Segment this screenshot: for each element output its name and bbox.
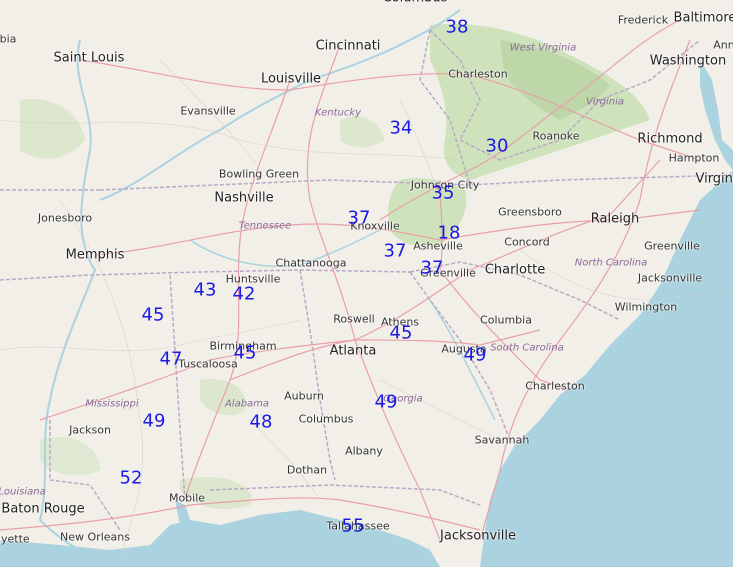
city-label-baton-rouge: Baton Rouge [1,501,85,517]
value-label-v8: 37 [420,257,444,279]
city-label-baltimore: Baltimore [673,10,733,26]
city-label-greenville-nc: Greenville [644,239,700,253]
value-label-v6: 18 [437,222,461,244]
city-label-wilmington: Wilmington [614,300,678,314]
state-label-virginia: Virginia [585,96,625,108]
value-label-v5: 37 [347,207,371,229]
value-label-v1: 38 [445,16,469,38]
state-label-kentucky: Kentucky [314,107,362,119]
value-label-v16: 49 [374,391,398,413]
city-label-virginia-beach: Virgini [695,171,733,187]
city-label-lafayette: ayette [0,532,30,546]
value-label-v18: 48 [249,411,273,433]
city-label-washington: Washington [649,53,727,69]
city-label-memphis: Memphis [65,247,125,263]
value-label-v3: 30 [485,135,509,157]
city-label-nashville: Nashville [214,190,274,206]
city-label-albany: Albany [345,444,383,458]
city-label-frederick: Frederick [617,13,669,27]
state-label-tennessee: Tennessee [238,220,292,232]
value-label-v14: 45 [389,322,413,344]
city-label-mobile: Mobile [168,491,206,505]
city-label-tuscaloosa: Tuscaloosa [178,357,238,371]
state-label-alabama: Alabama [224,398,270,410]
city-label-columbia-mo: bia [0,32,17,46]
city-label-savannah: Savannah [474,433,530,447]
city-label-jacksonville-nc: Jacksonville [637,271,703,285]
value-label-v15: 49 [463,344,487,366]
city-label-roswell: Roswell [333,312,375,326]
value-label-v19: 52 [119,467,143,489]
basemap [0,0,733,567]
city-label-cincinnati: Cincinnati [315,38,381,54]
city-label-hampton: Hampton [668,151,720,165]
city-label-jonesboro: Jonesboro [37,211,93,225]
city-label-charlotte: Charlotte [484,262,546,278]
state-label-west-virginia: West Virginia [509,42,577,54]
city-label-charleston-wv: Charleston [448,67,508,81]
city-label-dothan: Dothan [286,463,328,477]
city-label-jacksonville-fl: Jacksonville [440,528,516,544]
city-label-chattanooga: Chattanooga [275,256,347,270]
value-label-v12: 47 [159,348,183,370]
value-label-v9: 43 [193,279,217,301]
city-label-raleigh: Raleigh [590,211,640,227]
value-label-v4: 35 [431,182,455,204]
value-label-v17: 49 [142,410,166,432]
city-label-auburn: Auburn [284,389,324,403]
value-label-v10: 42 [232,283,256,305]
state-label-mississippi: Mississippi [85,398,139,410]
city-label-roanoke: Roanoke [532,129,580,143]
city-label-richmond: Richmond [637,131,703,147]
city-label-atlanta: Atlanta [329,343,377,359]
city-label-louisville: Louisville [260,71,322,87]
city-label-charleston-sc: Charleston [525,379,585,393]
value-label-v20: 55 [341,515,365,537]
city-label-columbus-ga: Columbus [298,412,354,426]
value-label-v11: 45 [141,304,165,326]
city-label-columbia: Columbia [480,313,532,327]
city-label-greensboro: Greensboro [498,205,562,219]
city-label-columbus-oh: Columbus [383,0,448,6]
city-label-new-orleans: New Orleans [60,530,130,544]
city-label-bowling-green: Bowling Green [218,167,300,181]
value-label-v2: 34 [389,117,413,139]
city-label-jackson: Jackson [69,423,111,437]
state-label-south-carolina: South Carolina [490,342,564,354]
city-label-concord: Concord [504,235,550,249]
state-label-louisiana: Louisiana [0,486,46,498]
city-label-annapolis: Ann [713,38,733,52]
state-label-north-carolina: North Carolina [574,257,648,269]
city-label-evansville: Evansville [180,104,236,118]
city-label-saint-louis: Saint Louis [53,50,125,66]
value-label-v7: 37 [383,240,407,262]
map[interactable]: Saint Louis Cincinnati Columbus Frederick Ba… [0,0,733,567]
value-label-v13: 45 [233,342,257,364]
